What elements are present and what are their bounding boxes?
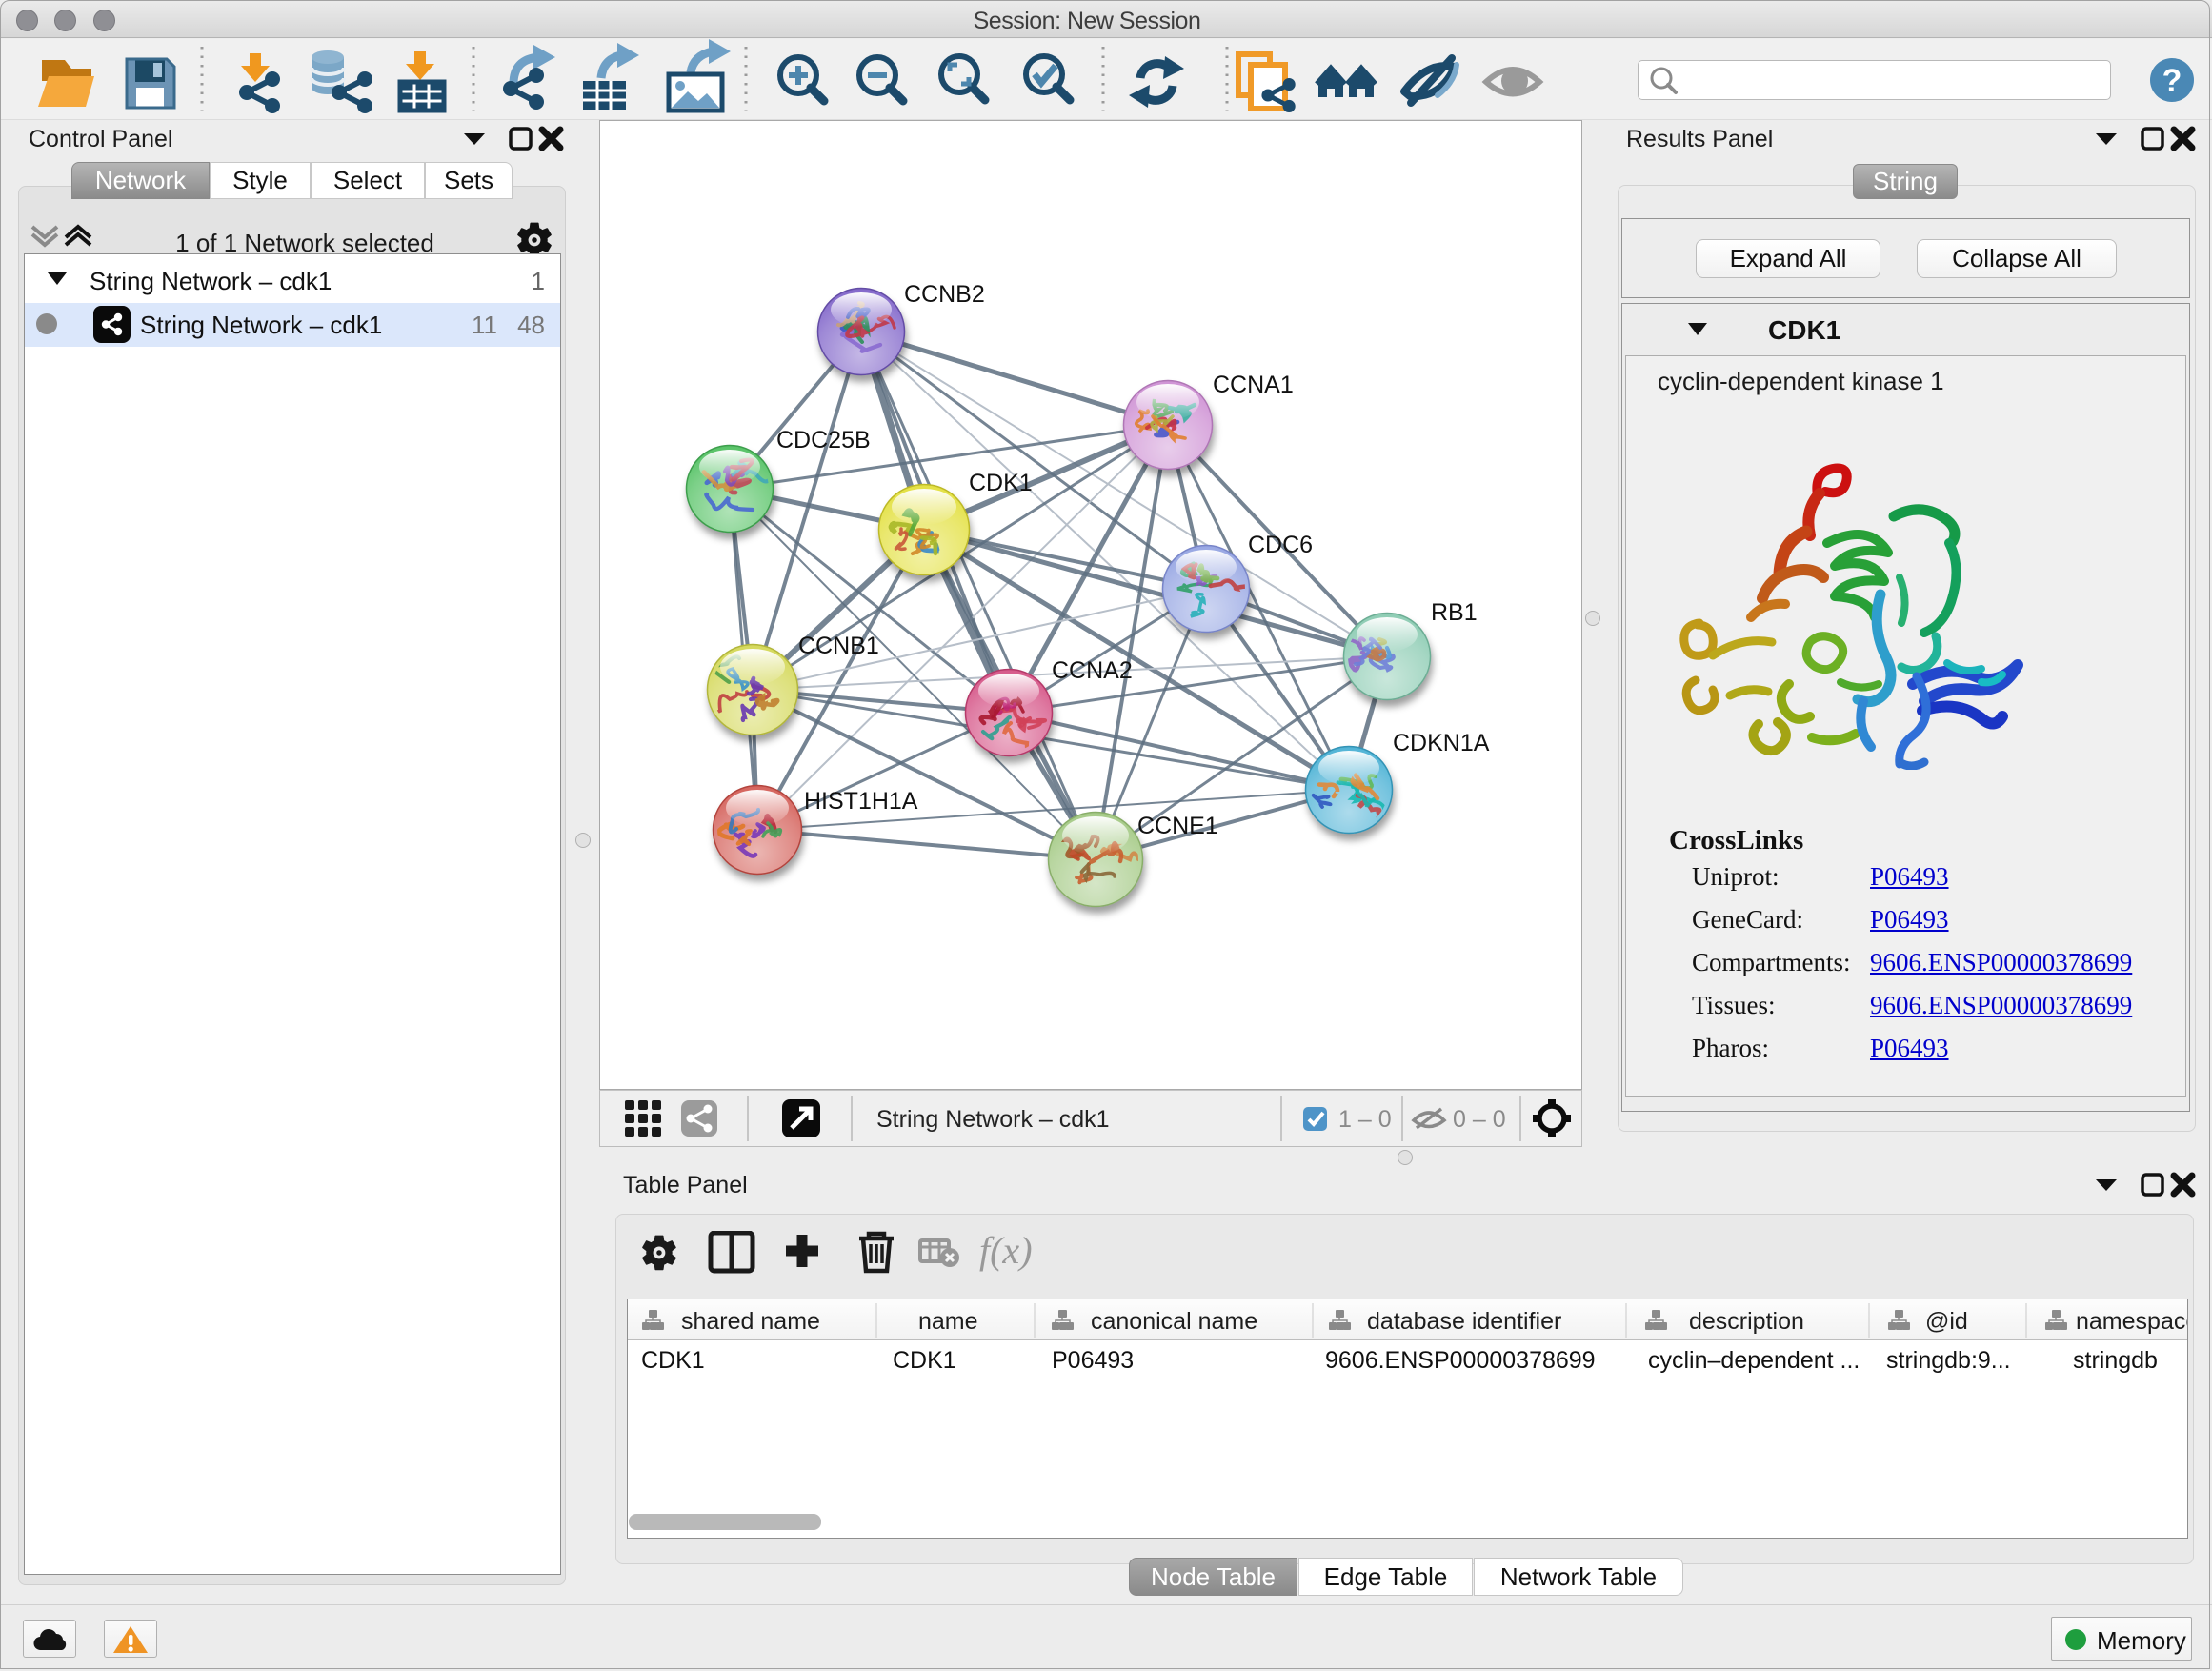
svg-text:namespace: namespace <box>2076 1308 2187 1335</box>
svg-text:CDC6: CDC6 <box>1248 532 1313 558</box>
svg-text:stringdb:9...: stringdb:9... <box>1886 1347 2011 1374</box>
svg-text:?: ? <box>2162 63 2182 99</box>
svg-text:CCNB2: CCNB2 <box>904 281 985 308</box>
svg-text:P06493: P06493 <box>1052 1347 1134 1374</box>
svg-text:CDK1: CDK1 <box>641 1347 705 1374</box>
svg-text:RB1: RB1 <box>1431 599 1478 626</box>
svg-text:CDKN1A: CDKN1A <box>1393 730 1490 756</box>
svg-text:f(x): f(x) <box>979 1231 1033 1272</box>
svg-text:name: name <box>918 1308 978 1335</box>
svg-text:0 – 0: 0 – 0 <box>1453 1106 1506 1133</box>
svg-text:CDC25B: CDC25B <box>776 427 871 453</box>
svg-text:@id: @id <box>1925 1308 1968 1335</box>
svg-text:String Network – cdk1: String Network – cdk1 <box>876 1106 1110 1133</box>
svg-text:9606.ENSP00000378699: 9606.ENSP00000378699 <box>1325 1347 1596 1374</box>
svg-text:shared name: shared name <box>681 1308 820 1335</box>
svg-text:canonical name: canonical name <box>1091 1308 1257 1335</box>
svg-text:1 – 0: 1 – 0 <box>1338 1106 1392 1133</box>
svg-text:cyclin–dependent ...: cyclin–dependent ... <box>1648 1347 1860 1374</box>
svg-text:CCNA1: CCNA1 <box>1213 372 1294 398</box>
svg-text:CCNB1: CCNB1 <box>798 633 879 659</box>
svg-text:description: description <box>1689 1308 1804 1335</box>
svg-text:stringdb: stringdb <box>2073 1347 2158 1374</box>
svg-text:database identifier: database identifier <box>1367 1308 1561 1335</box>
svg-text:CDK1: CDK1 <box>969 470 1033 496</box>
svg-text:CCNA2: CCNA2 <box>1052 657 1133 684</box>
svg-text:CDK1: CDK1 <box>893 1347 956 1374</box>
svg-text:HIST1H1A: HIST1H1A <box>804 788 918 815</box>
svg-text:CCNE1: CCNE1 <box>1137 813 1218 839</box>
